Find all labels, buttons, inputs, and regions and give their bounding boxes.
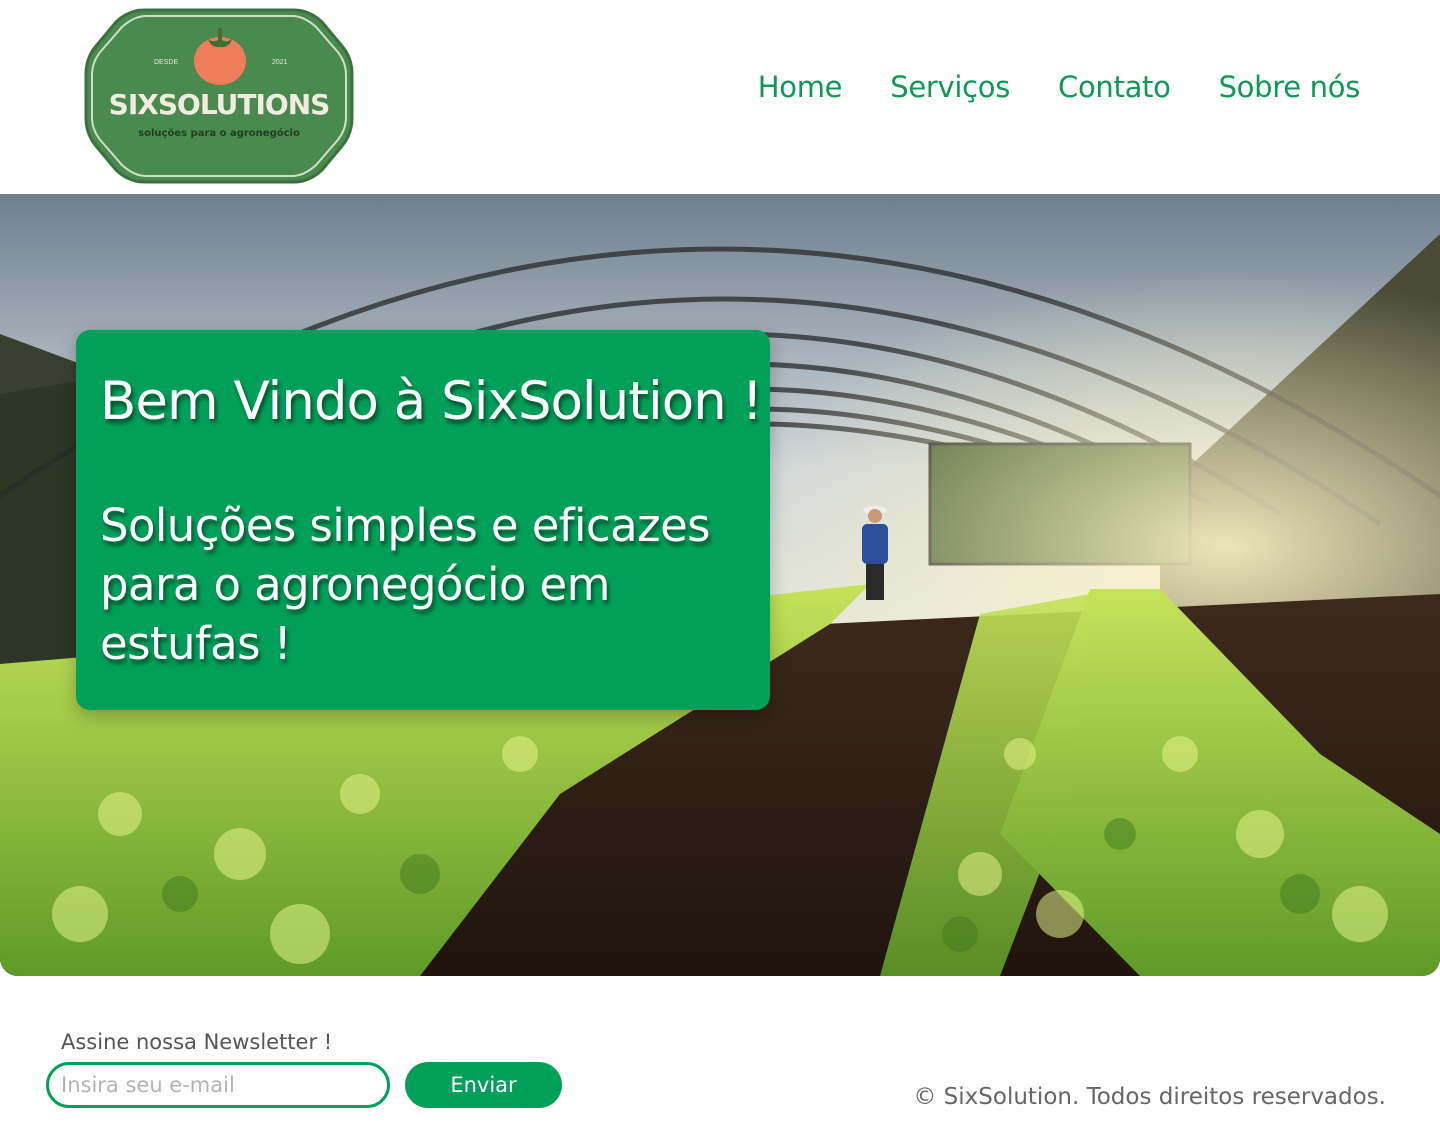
main-nav: Home Serviços Contato Sobre nós [758,70,1361,104]
logo-since-year: 2021 [272,59,288,66]
welcome-card: Bem Vindo à SixSolution ! Soluções simpl… [76,330,770,710]
nav-home-link[interactable]: Home [758,70,843,104]
copyright-text: © SixSolution. Todos direitos reservados… [913,1084,1386,1110]
nav-services-link[interactable]: Serviços [890,70,1010,104]
logo-tagline: soluções para o agronegócio [138,127,300,139]
brand-logo[interactable]: DESDE 2021 SIXSOLUTIONS soluções para o … [84,6,354,186]
logo-badge: DESDE 2021 SIXSOLUTIONS soluções para o … [84,8,354,184]
newsletter-submit-button[interactable]: Enviar [405,1062,562,1108]
logo-since-label: DESDE [154,59,178,66]
newsletter-email-input[interactable] [46,1062,390,1108]
hero-subtitle: Soluções simples e eficazes para o agron… [100,499,711,670]
nav-about-link[interactable]: Sobre nós [1219,70,1361,104]
hero-title: Bem Vindo à SixSolution ! [100,371,763,432]
nav-contact-link[interactable]: Contato [1058,70,1171,104]
newsletter-label: Assine nossa Newsletter ! [61,1030,333,1054]
logo-brand-name: SIXSOLUTIONS [109,88,330,121]
